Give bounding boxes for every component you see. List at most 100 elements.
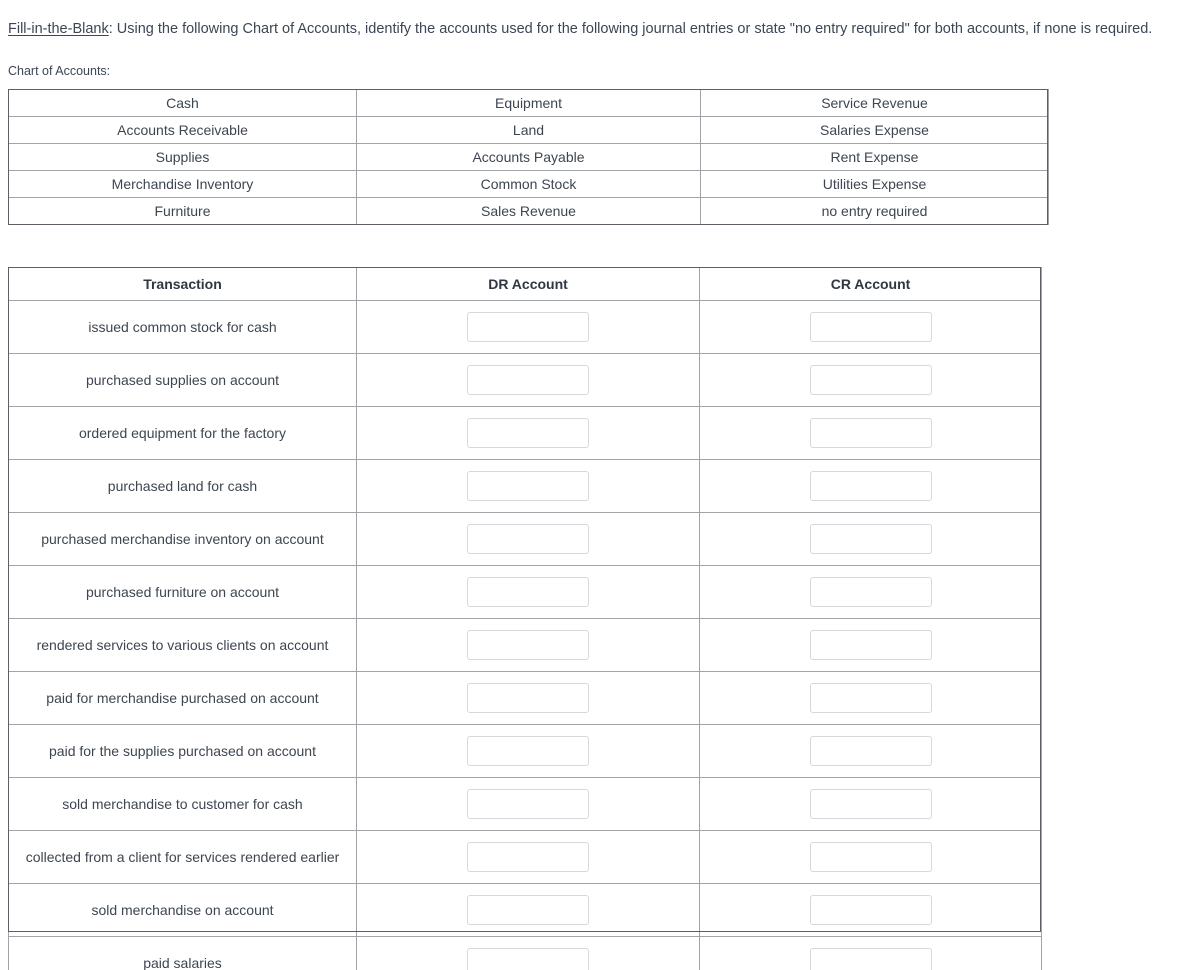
- cr-account-cell: [699, 618, 1042, 672]
- transactions-table-body: issued common stock for cash purchased su…: [8, 300, 1042, 970]
- cr-account-input[interactable]: [809, 789, 932, 819]
- cr-account-input[interactable]: [809, 948, 932, 970]
- dr-account-input[interactable]: [467, 736, 589, 766]
- dr-account-input[interactable]: [467, 418, 589, 448]
- dr-account-cell: [356, 883, 700, 937]
- cr-account-cell: [699, 406, 1042, 460]
- column-header-cr-account: CR Account: [699, 267, 1042, 301]
- table-row: issued common stock for cash: [8, 300, 1042, 354]
- table-row: collected from a client for services ren…: [8, 830, 1042, 884]
- cr-account-input[interactable]: [809, 683, 932, 713]
- dr-account-input[interactable]: [467, 948, 589, 970]
- dr-account-cell: [356, 300, 700, 354]
- transactions-table: Transaction DR Account CR Account issued…: [8, 267, 1042, 970]
- cr-account-input[interactable]: [809, 842, 932, 872]
- chart-of-accounts-body: Cash Equipment Service Revenue Accounts Rec…: [8, 89, 1049, 225]
- transaction-description-cell: paid salaries: [8, 936, 357, 970]
- transaction-description-cell: issued common stock for cash: [8, 300, 357, 354]
- account-name-cell: Furniture: [8, 197, 357, 225]
- cr-account-cell: [699, 724, 1042, 778]
- table-row: purchased merchandise inventory on accou…: [8, 512, 1042, 566]
- cr-account-input[interactable]: [809, 471, 932, 501]
- dr-account-input[interactable]: [467, 365, 589, 395]
- dr-account-cell: [356, 512, 700, 566]
- table-row: purchased furniture on account: [8, 565, 1042, 619]
- table-row: paid for merchandise purchased on accoun…: [8, 671, 1042, 725]
- cr-account-cell: [699, 300, 1042, 354]
- cr-account-cell: [699, 936, 1042, 970]
- cr-account-input[interactable]: [809, 630, 932, 660]
- chart-of-accounts-row: Cash Equipment Service Revenue: [8, 89, 1049, 117]
- cr-account-input[interactable]: [809, 736, 932, 766]
- table-row: rendered services to various clients on …: [8, 618, 1042, 672]
- dr-account-input[interactable]: [467, 683, 589, 713]
- account-name-cell: Accounts Receivable: [8, 116, 357, 144]
- transaction-description-cell: purchased merchandise inventory on accou…: [8, 512, 357, 566]
- transaction-description-cell: sold merchandise to customer for cash: [8, 777, 357, 831]
- cr-account-input[interactable]: [809, 895, 932, 925]
- table-row: paid for the supplies purchased on accou…: [8, 724, 1042, 778]
- dr-account-cell: [356, 777, 700, 831]
- account-name-cell: Salaries Expense: [700, 116, 1049, 144]
- cr-account-cell: [699, 512, 1042, 566]
- dr-account-input[interactable]: [467, 789, 589, 819]
- transaction-description-cell: rendered services to various clients on …: [8, 618, 357, 672]
- dr-account-cell: [356, 353, 700, 407]
- cr-account-input[interactable]: [809, 577, 932, 607]
- account-name-cell: Accounts Payable: [356, 143, 701, 171]
- cr-account-cell: [699, 671, 1042, 725]
- transaction-description-cell: purchased land for cash: [8, 459, 357, 513]
- cr-account-input[interactable]: [809, 365, 932, 395]
- cr-account-input[interactable]: [809, 524, 932, 554]
- cr-account-cell: [699, 353, 1042, 407]
- dr-account-input[interactable]: [467, 524, 589, 554]
- column-header-transaction: Transaction: [8, 267, 357, 301]
- transaction-description-cell: paid for merchandise purchased on accoun…: [8, 671, 357, 725]
- chart-of-accounts-label: Chart of Accounts:: [8, 64, 111, 78]
- cr-account-input[interactable]: [809, 418, 932, 448]
- cr-account-cell: [699, 883, 1042, 937]
- dr-account-cell: [356, 830, 700, 884]
- cr-account-input[interactable]: [809, 312, 932, 342]
- exercise-prompt-body: : Using the following Chart of Accounts,…: [108, 20, 1153, 37]
- transactions-header-row: Transaction DR Account CR Account: [8, 267, 1042, 301]
- worksheet-page: Fill-in-the-Blank: Using the following C…: [0, 0, 1200, 970]
- account-name-cell: Service Revenue: [700, 89, 1049, 117]
- transaction-description-cell: sold merchandise on account: [8, 883, 357, 937]
- account-name-cell: Merchandise Inventory: [8, 170, 357, 198]
- dr-account-input[interactable]: [467, 895, 589, 925]
- transaction-description-cell: purchased furniture on account: [8, 565, 357, 619]
- chart-of-accounts-row: Accounts Receivable Land Salaries Expense: [8, 116, 1049, 144]
- transaction-description-cell: paid for the supplies purchased on accou…: [8, 724, 357, 778]
- account-name-cell: Sales Revenue: [356, 197, 701, 225]
- dr-account-cell: [356, 618, 700, 672]
- account-name-cell: no entry required: [700, 197, 1049, 225]
- account-name-cell: Land: [356, 116, 701, 144]
- account-name-cell: Common Stock: [356, 170, 701, 198]
- exercise-type-label: Fill-in-the-Blank: [8, 20, 109, 37]
- table-row: sold merchandise on account: [8, 883, 1042, 937]
- dr-account-input[interactable]: [467, 577, 589, 607]
- transactions-table-head: Transaction DR Account CR Account: [8, 267, 1042, 301]
- dr-account-input[interactable]: [467, 312, 589, 342]
- account-name-cell: Equipment: [356, 89, 701, 117]
- chart-of-accounts-row: Supplies Accounts Payable Rent Expense: [8, 143, 1049, 171]
- dr-account-input[interactable]: [467, 842, 589, 872]
- dr-account-cell: [356, 565, 700, 619]
- cr-account-cell: [699, 565, 1042, 619]
- chart-of-accounts-table: Cash Equipment Service Revenue Accounts Rec…: [8, 89, 1049, 225]
- dr-account-cell: [356, 459, 700, 513]
- dr-account-input[interactable]: [467, 630, 589, 660]
- cr-account-cell: [699, 830, 1042, 884]
- table-row: purchased land for cash: [8, 459, 1042, 513]
- column-header-dr-account: DR Account: [356, 267, 700, 301]
- dr-account-input[interactable]: [467, 471, 589, 501]
- dr-account-cell: [356, 406, 700, 460]
- table-row: purchased supplies on account: [8, 353, 1042, 407]
- table-row: paid salaries: [8, 936, 1042, 970]
- dr-account-cell: [356, 671, 700, 725]
- table-row: ordered equipment for the factory: [8, 406, 1042, 460]
- account-name-cell: Rent Expense: [700, 143, 1049, 171]
- exercise-prompt: Fill-in-the-Blank: Using the following C…: [8, 19, 1194, 40]
- cr-account-cell: [699, 459, 1042, 513]
